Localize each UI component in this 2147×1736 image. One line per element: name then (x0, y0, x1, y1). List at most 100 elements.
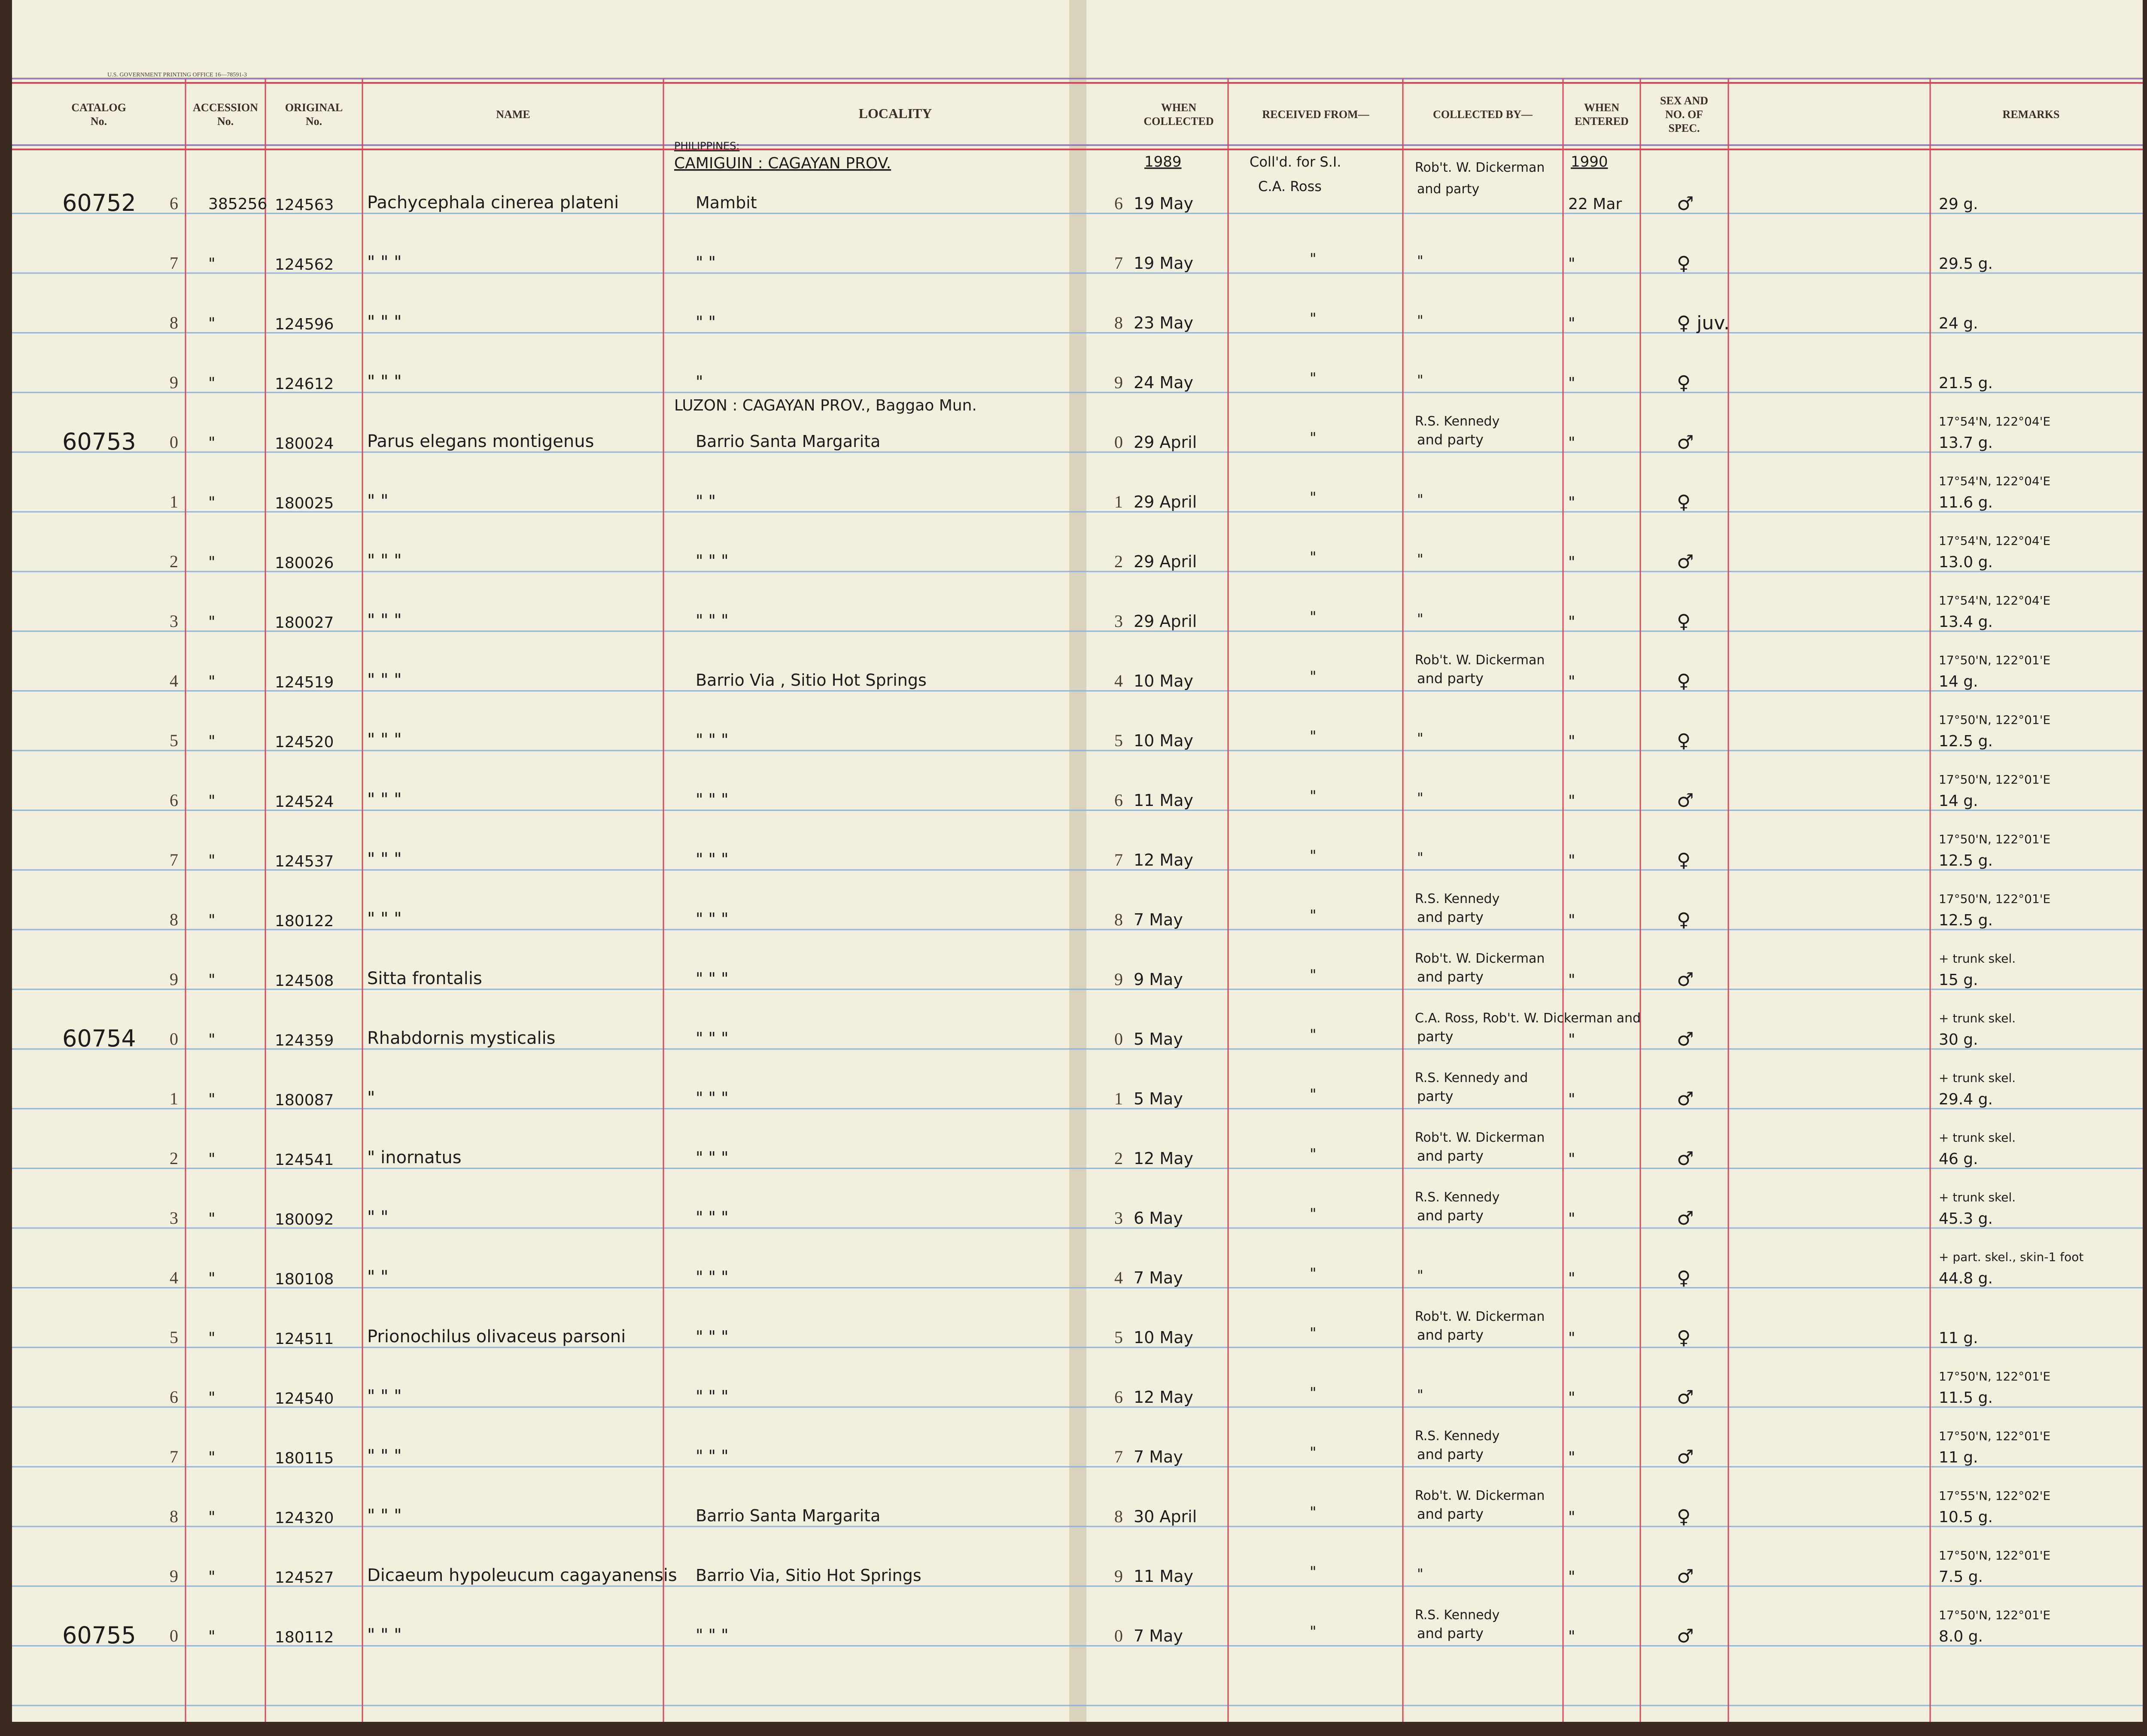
catalog-digit: 1 (170, 1089, 178, 1108)
locality: " " " (696, 909, 729, 928)
when-collected-date: 10 May (1134, 672, 1193, 690)
coordinates: 17°50'N, 122°01'E (1939, 772, 2050, 787)
received-from: " (1310, 370, 1317, 387)
original-number: 180027 (275, 614, 334, 632)
collected-year: 1989 (1144, 153, 1182, 170)
ledger-book: U.S. GOVERNMENT PRINTING OFFICE 16—78591… (0, 0, 2147, 1736)
locality: " " " (696, 969, 729, 988)
when-collected-date: 5 May (1134, 1089, 1183, 1108)
original-number: 124511 (275, 1330, 334, 1348)
received-from: " (1310, 608, 1317, 626)
original-number: 180122 (275, 912, 334, 930)
accession-number: " (208, 912, 216, 929)
entered-year: 1990 (1571, 153, 1608, 170)
original-number: 180024 (275, 435, 334, 453)
species-name: " " " (367, 670, 402, 690)
when-collected-digit: 3 (1114, 1208, 1123, 1228)
collector-name: R.S. Kennedy and (1415, 1070, 1528, 1085)
original-number: 124519 (275, 674, 334, 691)
sex-symbol: ♂ (1677, 1446, 1694, 1468)
weight: 12.5 g. (1939, 733, 1993, 750)
when-entered: " (1568, 1389, 1575, 1407)
when-collected-digit: 5 (1114, 1328, 1123, 1347)
sex-symbol: ♂ (1677, 432, 1694, 453)
accession-number: " (208, 1210, 216, 1228)
when-collected-date: 9 May (1134, 970, 1183, 989)
species-name: " " (367, 1267, 389, 1287)
locality: " " " (696, 1088, 729, 1107)
original-number: 180025 (275, 495, 334, 512)
when-collected-date: 24 May (1134, 373, 1193, 392)
weight: 24 g. (1939, 315, 1978, 332)
header-original: ORIGINAL (285, 101, 343, 114)
collected-by: " (1417, 1267, 1423, 1283)
accession-number: " (208, 315, 216, 332)
sex-symbol: ♀ (1677, 611, 1691, 632)
collected-by: " (1417, 551, 1423, 567)
header-when-entered: WHEN (1584, 101, 1620, 114)
weight: 29 g. (1939, 195, 1978, 213)
collected-by: and party (1417, 1207, 1484, 1224)
original-number: 180112 (275, 1629, 334, 1646)
coordinates: 17°50'N, 122°01'E (1939, 1548, 2050, 1563)
catalog-number: 60752 (62, 189, 136, 216)
locality: " " (696, 492, 716, 511)
header-sex: SPEC. (1669, 122, 1700, 134)
when-collected-date: 12 May (1134, 1388, 1193, 1407)
species-name: Rhabdornis mysticalis (367, 1028, 556, 1048)
catalog-digit: 4 (170, 1268, 178, 1287)
accession-number: " (208, 1508, 216, 1526)
weight: 13.4 g. (1939, 613, 1993, 631)
weight: 29.4 g. (1939, 1091, 1993, 1108)
when-entered: " (1568, 1628, 1575, 1645)
when-entered: " (1568, 255, 1575, 273)
catalog-digit: 7 (170, 253, 178, 273)
sex-symbol: ♀ (1677, 1267, 1691, 1289)
collector-name: R.S. Kennedy (1415, 891, 1499, 906)
species-name: Prionochilus olivaceus parsoni (367, 1327, 626, 1347)
locality: " " " (696, 1626, 729, 1645)
original-number: 180115 (275, 1450, 334, 1467)
when-collected-date: 19 May (1134, 254, 1193, 273)
header-catalog: CATALOG (71, 101, 126, 114)
when-collected-digit: 7 (1114, 850, 1123, 870)
locality: " " " (696, 1447, 729, 1465)
original-number: 124541 (275, 1151, 334, 1169)
accession-number: " (208, 1389, 216, 1407)
accession-number: " (208, 434, 216, 452)
collector-name: Rob't. W. Dickerman (1415, 653, 1545, 668)
coordinates: + trunk skel. (1939, 1071, 2016, 1085)
weight: 14 g. (1939, 673, 1978, 690)
original-number: 124320 (275, 1509, 334, 1527)
when-collected-digit: 2 (1114, 1149, 1123, 1168)
sex-symbol: ♀ (1677, 491, 1691, 513)
sex-symbol: ♀ juv. (1677, 312, 1730, 334)
when-collected-digit: 8 (1114, 313, 1123, 332)
when-entered: " (1568, 852, 1575, 870)
received-from: " (1310, 1384, 1317, 1402)
when-collected-digit: 7 (1114, 1447, 1123, 1466)
when-entered: " (1568, 613, 1575, 631)
catalog-digit: 7 (170, 1447, 178, 1466)
weight: 10.5 g. (1939, 1508, 1993, 1526)
when-entered: " (1568, 1329, 1575, 1347)
sex-symbol: ♂ (1677, 1566, 1694, 1587)
locality: " " " (696, 551, 729, 570)
catalog-digit: 2 (170, 552, 178, 571)
coordinates: 17°50'N, 122°01'E (1939, 1369, 2050, 1383)
collected-by: and party (1417, 969, 1484, 985)
header-when-entered: ENTERED (1575, 115, 1629, 128)
collected-by: and party (1417, 432, 1484, 448)
received-from: " (1310, 787, 1317, 805)
when-entered: " (1568, 733, 1575, 750)
catalog-digit: 8 (170, 910, 178, 929)
species-name: Parus elegans montigenus (367, 432, 594, 451)
species-name: Dicaeum hypoleucum cagayanensis (367, 1566, 677, 1585)
when-collected-date: 7 May (1134, 910, 1183, 929)
sex-symbol: ♂ (1677, 969, 1694, 991)
collected-by: and party (1417, 1148, 1484, 1164)
accession-number: " (208, 673, 216, 690)
original-number: 124612 (275, 375, 334, 393)
collector-name: Rob't. W. Dickerman (1415, 1130, 1545, 1145)
original-number: 124562 (275, 256, 334, 274)
